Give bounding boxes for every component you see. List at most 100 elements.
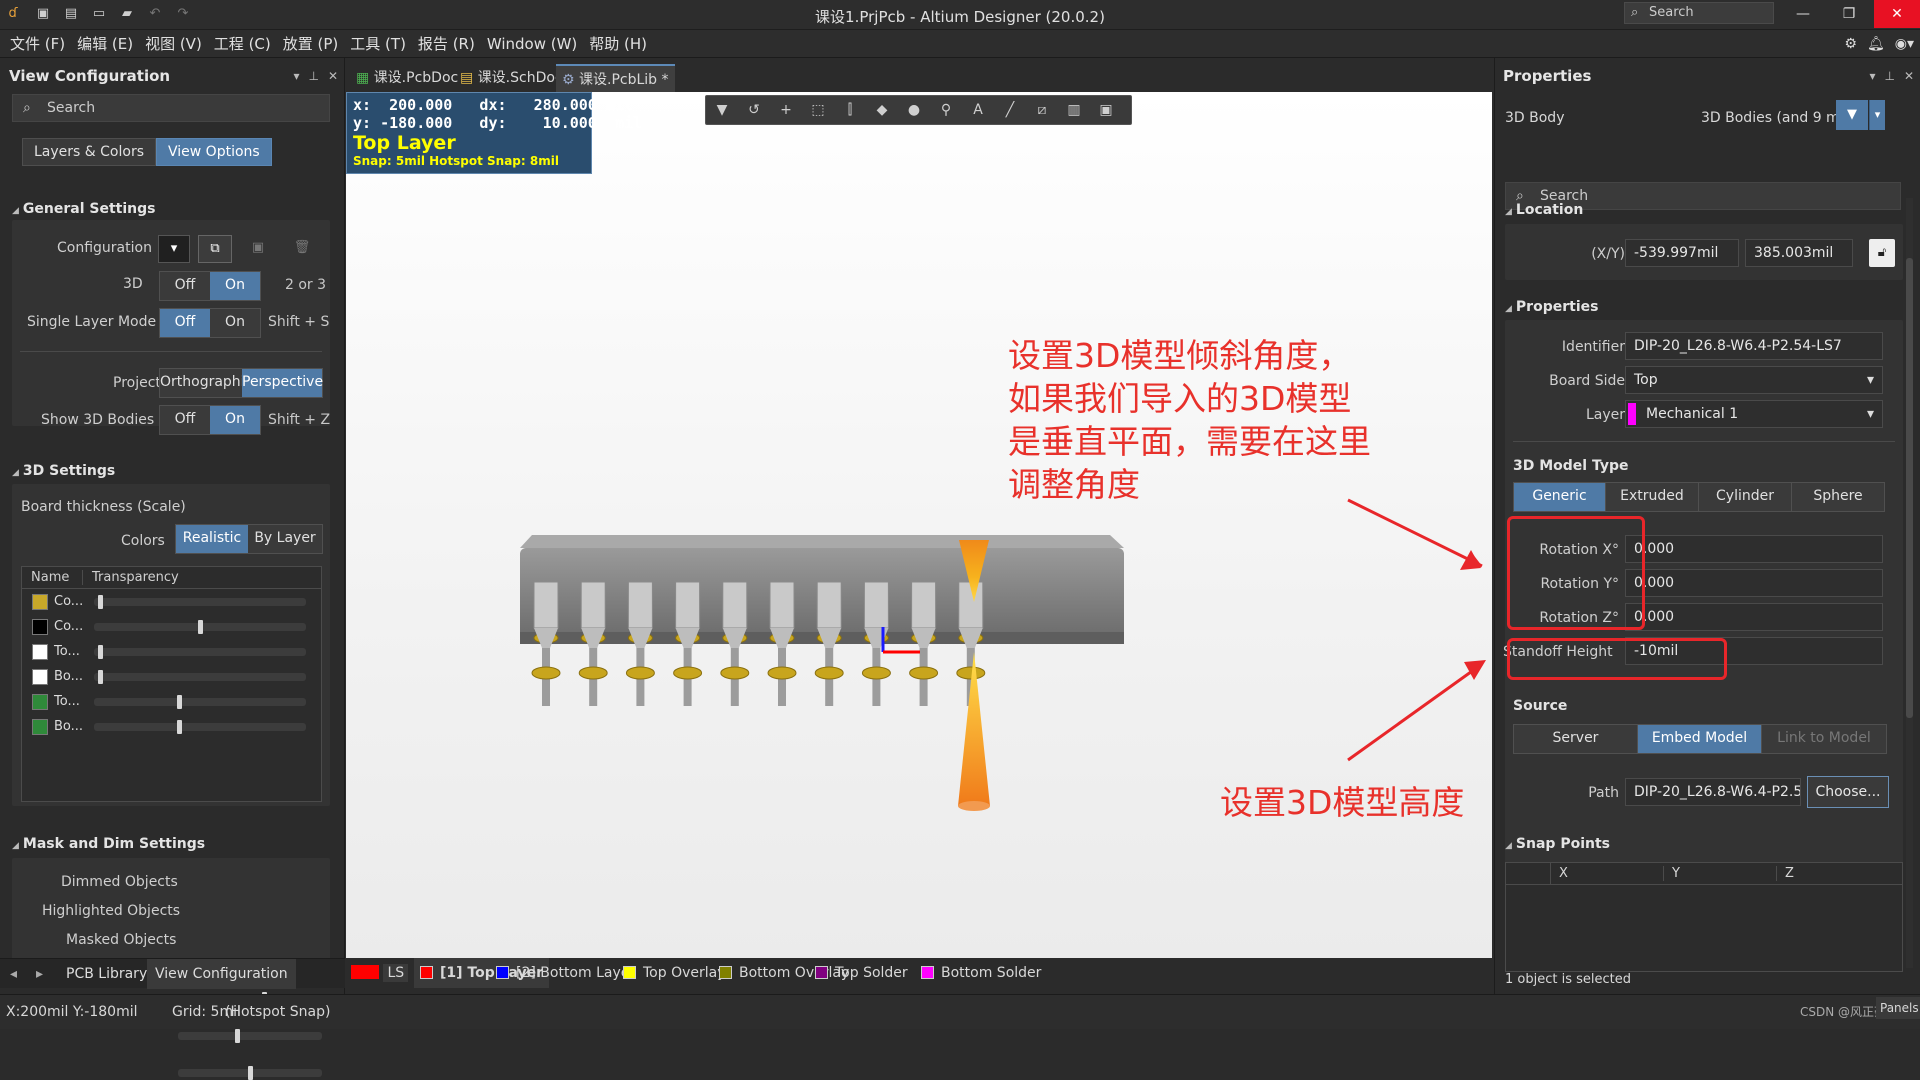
redo-icon[interactable]: ↷ bbox=[174, 6, 192, 22]
model-type-selector[interactable]: Generic Extruded Cylinder Sphere bbox=[1513, 482, 1885, 512]
lock-icon[interactable]: 🔓︎ bbox=[1869, 239, 1895, 267]
3d-toggle[interactable]: Off On bbox=[159, 271, 261, 301]
tab-view-options[interactable]: View Options bbox=[156, 138, 272, 166]
layer-color-swatch[interactable] bbox=[32, 643, 48, 660]
layer-set-button[interactable]: LS bbox=[351, 958, 409, 988]
single-layer-on-button[interactable]: On bbox=[210, 309, 260, 337]
slider-thumb[interactable] bbox=[177, 694, 182, 709]
layer-color-swatch[interactable] bbox=[32, 618, 48, 635]
transparency-row[interactable]: Co... bbox=[22, 614, 321, 639]
settings-gear-icon[interactable]: ⚙ bbox=[1844, 36, 1857, 52]
transparency-slider[interactable] bbox=[94, 644, 306, 659]
tab-pcbdoc[interactable]: ▦ 课设.PcbDoc bbox=[350, 64, 464, 92]
layer-tab[interactable]: Bottom Solder bbox=[921, 958, 1041, 988]
3d-off-button[interactable]: Off bbox=[160, 272, 210, 300]
layer-color-swatch[interactable] bbox=[32, 693, 48, 710]
close-button[interactable]: ✕ bbox=[1874, 0, 1920, 28]
projection-toggle[interactable]: OrthographicPerspective bbox=[159, 368, 323, 398]
panel-close-icon[interactable]: ✕ bbox=[328, 69, 338, 83]
undo-icon[interactable]: ↶ bbox=[146, 6, 164, 22]
transparency-row[interactable]: To... bbox=[22, 639, 321, 664]
filter-icon[interactable]: ▼ bbox=[706, 96, 738, 124]
restore-button[interactable]: ❐ bbox=[1826, 0, 1872, 28]
minimize-button[interactable]: — bbox=[1780, 0, 1826, 28]
global-search-input[interactable]: ⌕ Search bbox=[1624, 2, 1774, 24]
colors-toggle[interactable]: Realistic By Layer bbox=[175, 524, 323, 554]
highlighted-objects-slider[interactable] bbox=[178, 1029, 322, 1043]
show-3d-off-button[interactable]: Off bbox=[160, 406, 210, 434]
source-server[interactable]: Server bbox=[1514, 725, 1638, 753]
layer-color-swatch[interactable] bbox=[32, 668, 48, 685]
line-icon[interactable]: ╱ bbox=[994, 96, 1026, 124]
layer-color-swatch[interactable] bbox=[32, 718, 48, 735]
general-settings-header[interactable]: ◢ General Settings bbox=[12, 198, 155, 220]
single-layer-off-button[interactable]: Off bbox=[160, 309, 210, 337]
scroll-right-icon[interactable]: ▸ bbox=[28, 959, 51, 989]
location-y-input[interactable]: 385.003mil bbox=[1745, 239, 1853, 267]
mask-dim-settings-header[interactable]: ◢ Mask and Dim Settings bbox=[12, 833, 205, 855]
board-side-select[interactable]: Top bbox=[1625, 366, 1883, 394]
properties-scrollbar[interactable] bbox=[1906, 198, 1913, 968]
model-type-cylinder[interactable]: Cylinder bbox=[1699, 483, 1792, 511]
slider-thumb[interactable] bbox=[235, 1029, 240, 1043]
via-icon[interactable]: ⚲ bbox=[930, 96, 962, 124]
3d-view-canvas[interactable] bbox=[346, 92, 1492, 958]
masked-objects-slider[interactable] bbox=[178, 1066, 322, 1080]
open-project-icon[interactable]: ▰ bbox=[118, 6, 136, 22]
identifier-input[interactable]: DIP-20_L26.8-W6.4-P2.54-LS7 bbox=[1625, 332, 1883, 360]
model-type-generic[interactable]: Generic bbox=[1514, 483, 1606, 511]
location-x-input[interactable]: -539.997mil bbox=[1625, 239, 1739, 267]
model-type-sphere[interactable]: Sphere bbox=[1792, 483, 1884, 511]
filter-dropdown-icon[interactable]: ▾ bbox=[1869, 100, 1885, 130]
slider-thumb[interactable] bbox=[248, 1066, 253, 1080]
location-header[interactable]: ◢ Location bbox=[1505, 202, 1583, 218]
model-type-extruded[interactable]: Extruded bbox=[1606, 483, 1699, 511]
text-icon[interactable]: A bbox=[962, 96, 994, 124]
graph-icon[interactable]: ▥ bbox=[1058, 96, 1090, 124]
slider-thumb[interactable] bbox=[98, 669, 103, 684]
3d-settings-header[interactable]: ◢ 3D Settings bbox=[12, 460, 115, 482]
rotation-z-input[interactable]: 0.000 bbox=[1625, 603, 1883, 631]
menu-project[interactable]: 工程 (C) bbox=[208, 30, 277, 58]
source-link-to-model[interactable]: Link to Model bbox=[1762, 725, 1886, 753]
perspective-button[interactable]: Perspective bbox=[242, 369, 323, 397]
menu-tools[interactable]: 工具 (T) bbox=[344, 30, 412, 58]
source-embed-model[interactable]: Embed Model bbox=[1638, 725, 1762, 753]
pin-icon[interactable]: ⊥ bbox=[308, 69, 318, 83]
menu-view[interactable]: 视图 (V) bbox=[139, 30, 208, 58]
tab-schdoc[interactable]: ▤ 课设.SchDoc bbox=[454, 64, 569, 92]
slider-thumb[interactable] bbox=[98, 644, 103, 659]
panels-button[interactable]: Panels bbox=[1876, 997, 1920, 1019]
layer-tab[interactable]: Top Overlay bbox=[623, 958, 726, 988]
3d-body-icon[interactable]: ◆ bbox=[866, 96, 898, 124]
menu-window[interactable]: Window (W) bbox=[481, 30, 583, 58]
slider-thumb[interactable] bbox=[98, 594, 103, 609]
orthographic-button[interactable]: Orthographic bbox=[160, 369, 242, 397]
path-input[interactable]: DIP-20_L26.8-W6.4-P2.54- bbox=[1625, 778, 1801, 806]
single-layer-toggle[interactable]: Off On bbox=[159, 308, 261, 338]
route-icon[interactable]: ↺ bbox=[738, 96, 770, 124]
menu-reports[interactable]: 报告 (R) bbox=[412, 30, 481, 58]
tab-pcb-library[interactable]: PCB Library bbox=[58, 959, 155, 989]
rotation-y-input[interactable]: 0.000 bbox=[1625, 569, 1883, 597]
layer-tab[interactable]: [2] Bottom Layer bbox=[496, 958, 635, 988]
layer-color-swatch[interactable] bbox=[32, 593, 48, 610]
user-account-icon[interactable]: ◉▾ bbox=[1895, 36, 1914, 52]
menu-help[interactable]: 帮助 (H) bbox=[583, 30, 653, 58]
save-configuration-icon[interactable]: ▣ bbox=[244, 235, 272, 263]
transparency-row[interactable]: Bo... bbox=[22, 664, 321, 689]
3d-component-view[interactable] bbox=[346, 92, 1492, 958]
menu-file[interactable]: 文件 (F) bbox=[4, 30, 71, 58]
pad-icon[interactable]: ● bbox=[898, 96, 930, 124]
save-icon[interactable]: ▣ bbox=[34, 6, 52, 22]
layer-select[interactable]: Mechanical 1 bbox=[1625, 400, 1883, 428]
filter-funnel-icon[interactable]: ▼ bbox=[1836, 100, 1868, 130]
configuration-dropdown[interactable]: ▾ bbox=[158, 235, 190, 263]
scrollbar-thumb[interactable] bbox=[1906, 258, 1913, 718]
menu-place[interactable]: 放置 (P) bbox=[277, 30, 345, 58]
by-layer-button[interactable]: By Layer bbox=[248, 525, 322, 553]
snap-points-header[interactable]: ◢ Snap Points bbox=[1505, 836, 1610, 852]
properties-section-header[interactable]: ◢ Properties bbox=[1505, 299, 1598, 315]
transparency-slider[interactable] bbox=[94, 694, 306, 709]
show-3d-on-button[interactable]: On bbox=[210, 406, 260, 434]
